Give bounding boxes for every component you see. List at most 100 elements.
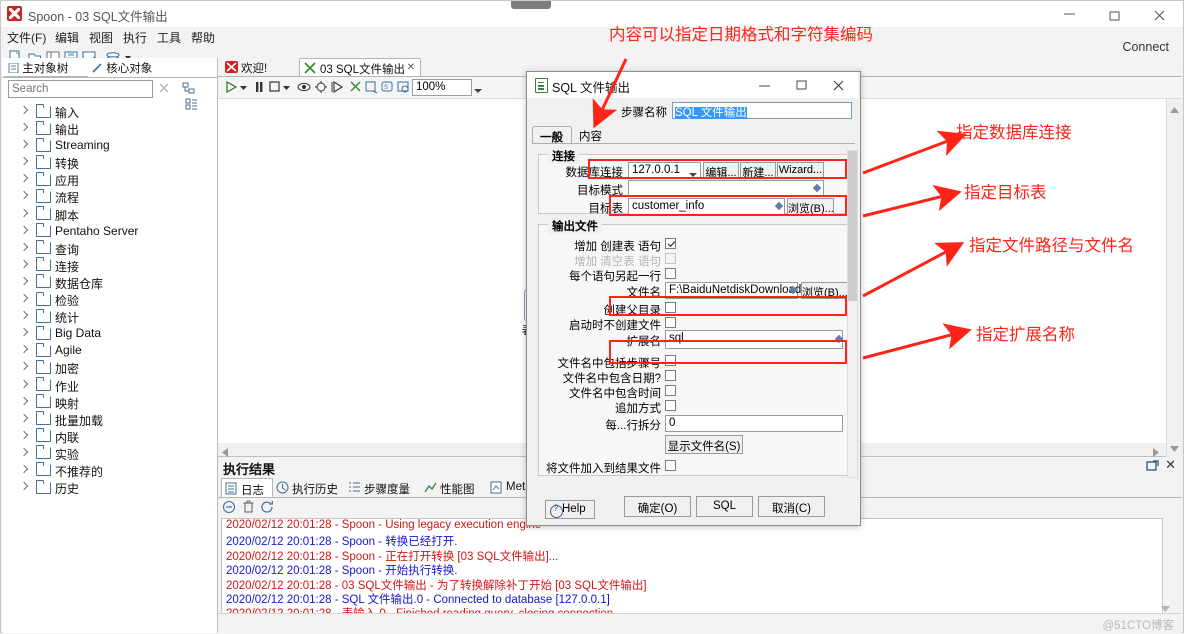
chevron-right-icon[interactable] — [21, 174, 28, 185]
results-tab-2[interactable]: 步骤度量 — [345, 478, 421, 498]
chevron-right-icon[interactable] — [21, 397, 28, 408]
add-create-table-checkbox[interactable] — [665, 238, 676, 249]
sidebar-item-20[interactable]: 实验 — [2, 445, 216, 462]
sidebar-item-1[interactable]: 输出 — [2, 120, 216, 137]
variable-diamond-icon[interactable] — [775, 202, 784, 211]
help-button[interactable]: Help — [545, 500, 595, 519]
chevron-right-icon[interactable] — [21, 140, 28, 151]
tab-general[interactable]: 一般 — [532, 126, 572, 144]
target-table-input[interactable]: customer_info — [628, 198, 785, 215]
refresh-icon[interactable] — [260, 500, 276, 515]
stop-options-chevron-icon[interactable] — [282, 80, 291, 95]
preview-icon[interactable] — [297, 80, 311, 95]
variable-diamond-icon[interactable] — [813, 184, 822, 193]
sidebar-item-17[interactable]: 映射 — [2, 394, 216, 411]
chevron-right-icon[interactable] — [21, 277, 28, 288]
sidebar-item-6[interactable]: 脚本 — [2, 206, 216, 223]
chevron-right-icon[interactable] — [21, 226, 28, 237]
maximize-panel-icon[interactable] — [1146, 460, 1160, 472]
maximize-button[interactable] — [1093, 1, 1138, 27]
sidebar-item-18[interactable]: 批量加载 — [2, 411, 216, 428]
menu-help[interactable]: 帮助 — [191, 29, 215, 46]
db-wizard-button[interactable]: Wizard... — [777, 162, 824, 179]
sidebar-item-2[interactable]: Streaming — [2, 137, 216, 154]
sidebar-item-13[interactable]: Big Data — [2, 325, 216, 342]
append-checkbox[interactable] — [665, 400, 676, 411]
chevron-right-icon[interactable] — [21, 294, 28, 305]
chevron-right-icon[interactable] — [21, 465, 28, 476]
db-new-button[interactable]: 新建... — [740, 162, 776, 179]
chevron-right-icon[interactable] — [21, 209, 28, 220]
cancel-button[interactable]: 取消(C) — [758, 496, 825, 517]
tab-core-objects[interactable]: 核心对象 — [88, 58, 174, 77]
chevron-down-icon[interactable] — [474, 83, 482, 93]
sidebar-item-15[interactable]: 加密 — [2, 359, 216, 376]
results-tab-3[interactable]: 性能图 — [421, 478, 487, 498]
close-button[interactable] — [1138, 1, 1183, 27]
chevron-right-icon[interactable] — [21, 191, 28, 202]
sidebar-item-22[interactable]: 历史 — [2, 479, 216, 496]
menu-file[interactable]: 文件(F) — [7, 29, 46, 46]
clear-x-icon[interactable] — [158, 82, 171, 95]
include-date-checkbox[interactable] — [665, 370, 676, 381]
include-time-checkbox[interactable] — [665, 385, 676, 396]
chevron-right-icon[interactable] — [21, 106, 28, 117]
target-schema-input[interactable] — [628, 180, 824, 197]
close-icon[interactable]: ✕ — [407, 62, 415, 73]
sidebar-item-21[interactable]: 不推荐的 — [2, 462, 216, 479]
target-table-browse-button[interactable]: 浏览(B)... — [787, 198, 834, 215]
sidebar-item-4[interactable]: 应用 — [2, 171, 216, 188]
ok-button[interactable]: 确定(O) — [624, 496, 691, 517]
sidebar-item-12[interactable]: 统计 — [2, 308, 216, 325]
chevron-down-icon[interactable] — [689, 167, 698, 177]
run-icon[interactable] — [225, 80, 238, 95]
step-name-input[interactable]: SQL 文件输出 — [672, 102, 852, 119]
connect-button[interactable]: Connect — [1122, 40, 1169, 54]
create-parent-folder-checkbox[interactable] — [665, 302, 676, 313]
chevron-right-icon[interactable] — [21, 123, 28, 134]
dialog-vertical-scrollbar[interactable] — [847, 150, 858, 478]
tab-welcome[interactable]: 欢迎! — [221, 58, 297, 77]
generate-sql-icon[interactable]: S — [381, 80, 394, 95]
sidebar-item-14[interactable]: Agile — [2, 342, 216, 359]
variable-diamond-icon[interactable] — [789, 286, 798, 295]
filename-input[interactable]: F:\BaiduNetdiskDownload\ket — [665, 282, 820, 299]
extension-input[interactable]: sql — [665, 330, 843, 349]
stop-icon[interactable] — [268, 80, 280, 95]
dialog-close-button[interactable] — [821, 72, 858, 98]
chevron-right-icon[interactable] — [21, 260, 28, 271]
menu-edit[interactable]: 编辑 — [55, 29, 79, 46]
impact-analysis-icon[interactable] — [365, 80, 378, 95]
include-stepnr-checkbox[interactable] — [665, 355, 676, 366]
sidebar-item-0[interactable]: 输入 — [2, 103, 216, 120]
chevron-right-icon[interactable] — [21, 328, 28, 339]
chevron-right-icon[interactable] — [21, 431, 28, 442]
sidebar-item-7[interactable]: Pentaho Server — [2, 223, 216, 240]
split-every-rows-input[interactable]: 0 — [665, 415, 843, 432]
canvas-vertical-scrollbar[interactable] — [1166, 99, 1182, 456]
chevron-right-icon[interactable] — [21, 448, 28, 459]
sidebar-item-10[interactable]: 数据仓库 — [2, 274, 216, 291]
add-to-result-checkbox[interactable] — [665, 460, 676, 471]
chevron-right-icon[interactable] — [21, 311, 28, 322]
chevron-down-icon[interactable] — [1161, 602, 1170, 612]
tab-content[interactable]: 内容 — [572, 126, 620, 144]
variable-diamond-icon[interactable] — [835, 335, 844, 344]
menu-run[interactable]: 执行 — [123, 29, 147, 46]
trash-icon[interactable] — [241, 500, 257, 515]
sidebar-item-5[interactable]: 流程 — [2, 188, 216, 205]
hierarchy-icon[interactable] — [182, 82, 195, 98]
dialog-scroll-thumb[interactable] — [848, 151, 857, 301]
verify-transformation-icon[interactable] — [349, 80, 362, 95]
chevron-right-icon[interactable] — [21, 380, 28, 391]
pause-icon[interactable] — [253, 80, 265, 95]
sidebar-item-19[interactable]: 内联 — [2, 428, 216, 445]
sidebar-item-11[interactable]: 检验 — [2, 291, 216, 308]
results-tab-0[interactable]: 日志 — [221, 478, 273, 498]
menu-tools[interactable]: 工具 — [157, 29, 181, 46]
chevron-right-icon[interactable] — [21, 362, 28, 373]
dialog-minimize-button[interactable] — [747, 72, 784, 98]
show-last-results-icon[interactable] — [397, 80, 410, 95]
results-tab-1[interactable]: 执行历史 — [273, 478, 345, 498]
show-filenames-button[interactable]: 显示文件名(S) — [665, 435, 743, 454]
